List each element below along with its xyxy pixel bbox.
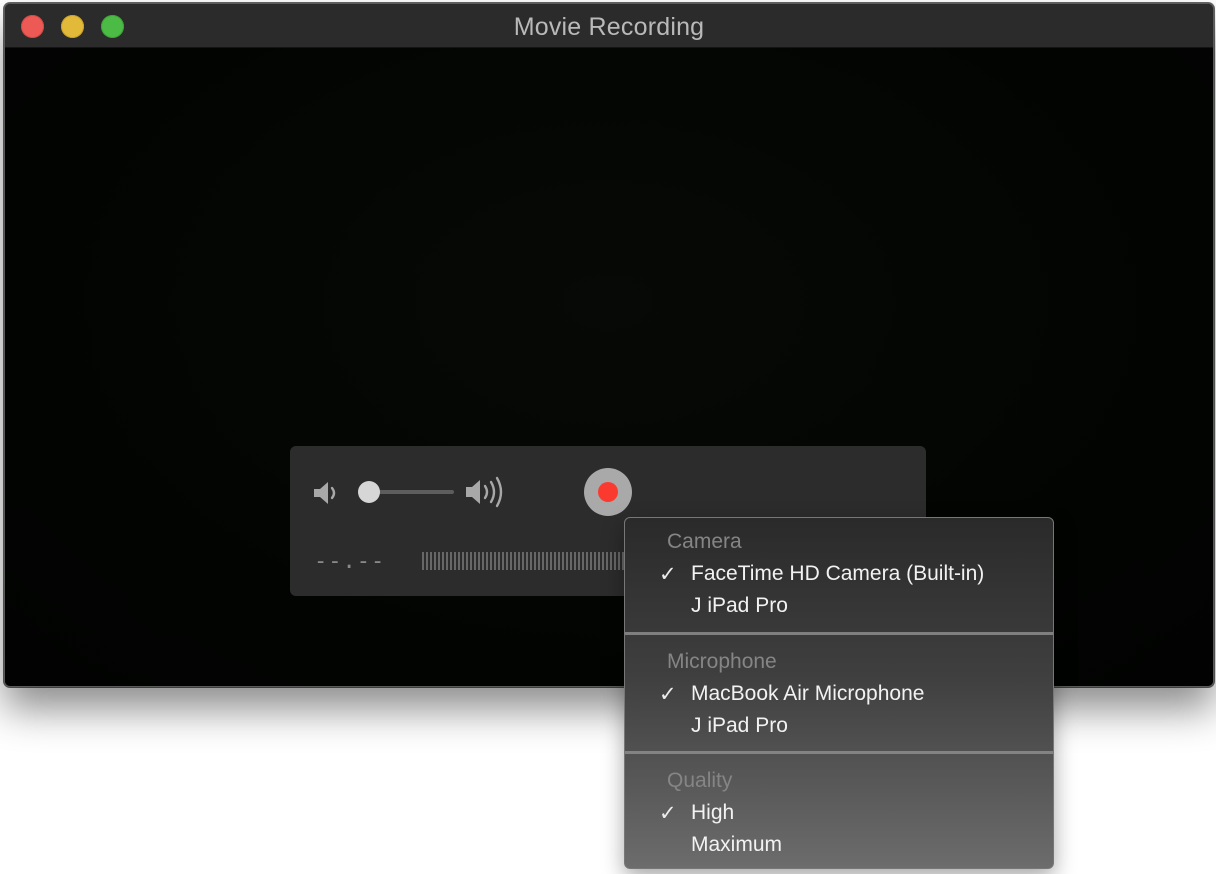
menu-section-microphone: Microphone ✓ MacBook Air Microphone J iP… bbox=[625, 635, 1053, 751]
window-title: Movie Recording bbox=[513, 13, 705, 41]
menu-item-label: FaceTime HD Camera (Built-in) bbox=[691, 562, 985, 585]
menu-item-label: High bbox=[691, 801, 735, 824]
checkmark-icon: ✓ bbox=[659, 802, 677, 825]
menu-item-camera-ipad[interactable]: J iPad Pro bbox=[625, 594, 1053, 626]
menu-item-macbook-microphone[interactable]: ✓ MacBook Air Microphone bbox=[625, 682, 1053, 714]
menu-header-microphone: Microphone bbox=[667, 650, 777, 673]
menu-section-camera: Camera ✓ FaceTime HD Camera (Built-in) J… bbox=[625, 518, 1053, 632]
record-dot-icon bbox=[598, 482, 618, 502]
volume-knob[interactable] bbox=[358, 481, 381, 503]
checkmark-icon: ✓ bbox=[659, 683, 677, 706]
menu-item-microphone-ipad[interactable]: J iPad Pro bbox=[625, 714, 1053, 746]
menu-header-camera: Camera bbox=[667, 530, 742, 553]
volume-low-icon[interactable] bbox=[312, 479, 342, 507]
menu-item-label: MacBook Air Microphone bbox=[691, 682, 925, 705]
record-button[interactable] bbox=[584, 468, 632, 516]
menu-item-label: J iPad Pro bbox=[691, 594, 788, 617]
menu-item-label: J iPad Pro bbox=[691, 714, 788, 737]
menu-section-quality: Quality ✓ High Maximum bbox=[625, 754, 1053, 868]
menu-item-facetime-camera[interactable]: ✓ FaceTime HD Camera (Built-in) bbox=[625, 562, 1053, 594]
audio-level-meter bbox=[422, 552, 632, 570]
options-menu: Camera ✓ FaceTime HD Camera (Built-in) J… bbox=[624, 517, 1054, 869]
volume-high-icon[interactable] bbox=[464, 476, 510, 508]
title-bar[interactable]: Movie Recording bbox=[5, 4, 1213, 48]
volume-slider[interactable] bbox=[358, 481, 454, 503]
menu-item-quality-maximum[interactable]: Maximum bbox=[625, 833, 1053, 865]
screen: Movie Recording --.-- Camera ✓ FaceTime … bbox=[0, 0, 1216, 874]
elapsed-time: --.-- bbox=[314, 549, 386, 574]
checkmark-icon: ✓ bbox=[659, 563, 677, 586]
menu-header-quality: Quality bbox=[667, 769, 733, 792]
menu-item-label: Maximum bbox=[691, 833, 783, 856]
menu-item-quality-high[interactable]: ✓ High bbox=[625, 801, 1053, 833]
